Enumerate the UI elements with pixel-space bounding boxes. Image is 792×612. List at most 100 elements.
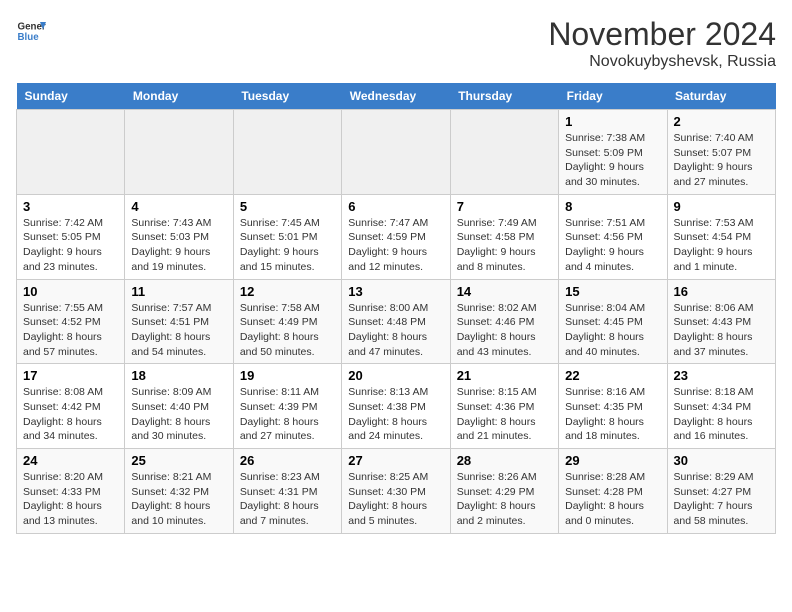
calendar-header-row: Sunday Monday Tuesday Wednesday Thursday… — [17, 83, 776, 110]
table-row: 12Sunrise: 7:58 AMSunset: 4:49 PMDayligh… — [233, 279, 341, 364]
calendar-table: Sunday Monday Tuesday Wednesday Thursday… — [16, 83, 776, 534]
col-monday: Monday — [125, 83, 233, 110]
day-number: 17 — [23, 368, 118, 383]
table-row: 28 Sunrise: 8:26 AMSunset: 4:29 PMDayligh… — [450, 449, 558, 534]
day-info: Sunrise: 7:51 AMSunset: 4:56 PMDaylight:… — [565, 216, 660, 275]
day-number: 3 — [23, 199, 118, 214]
table-row: 7Sunrise: 7:49 AMSunset: 4:58 PMDaylight… — [450, 194, 558, 279]
calendar-week-row: 1 Sunrise: 7:38 AMSunset: 5:09 PMDaylight… — [17, 110, 776, 195]
day-number: 9 — [674, 199, 769, 214]
table-row: 3 Sunrise: 7:42 AMSunset: 5:05 PMDaylight… — [17, 194, 125, 279]
table-row: 24 Sunrise: 8:20 AMSunset: 4:33 PMDayligh… — [17, 449, 125, 534]
day-number: 15 — [565, 284, 660, 299]
day-info: Sunrise: 8:00 AMSunset: 4:48 PMDaylight:… — [348, 301, 443, 360]
table-row: 10 Sunrise: 7:55 AMSunset: 4:52 PMDayligh… — [17, 279, 125, 364]
table-row: 17 Sunrise: 8:08 AMSunset: 4:42 PMDayligh… — [17, 364, 125, 449]
day-info: Sunrise: 7:38 AMSunset: 5:09 PMDaylight:… — [565, 131, 660, 190]
day-number: 29 — [565, 453, 660, 468]
day-info: Sunrise: 8:23 AMSunset: 4:31 PMDaylight:… — [240, 470, 335, 529]
day-info: Sunrise: 8:16 AMSunset: 4:35 PMDaylight:… — [565, 385, 660, 444]
day-info: Sunrise: 7:49 AMSunset: 4:58 PMDaylight:… — [457, 216, 552, 275]
day-info: Sunrise: 8:20 AMSunset: 4:33 PMDaylight:… — [23, 470, 118, 529]
day-info: Sunrise: 8:15 AMSunset: 4:36 PMDaylight:… — [457, 385, 552, 444]
table-row: 20 Sunrise: 8:13 AMSunset: 4:38 PMDayligh… — [342, 364, 450, 449]
day-info: Sunrise: 7:58 AMSunset: 4:49 PMDaylight:… — [240, 301, 335, 360]
table-row: 13Sunrise: 8:00 AMSunset: 4:48 PMDayligh… — [342, 279, 450, 364]
calendar-week-row: 17 Sunrise: 8:08 AMSunset: 4:42 PMDayligh… — [17, 364, 776, 449]
table-row: 11Sunrise: 7:57 AMSunset: 4:51 PMDayligh… — [125, 279, 233, 364]
day-number: 22 — [565, 368, 660, 383]
table-row: 16 Sunrise: 8:06 AMSunset: 4:43 PMDayligh… — [667, 279, 775, 364]
day-info: Sunrise: 7:40 AMSunset: 5:07 PMDaylight:… — [674, 131, 769, 190]
day-number: 2 — [674, 114, 769, 129]
table-row: 29 Sunrise: 8:28 AMSunset: 4:28 PMDayligh… — [559, 449, 667, 534]
table-row: 26 Sunrise: 8:23 AMSunset: 4:31 PMDayligh… — [233, 449, 341, 534]
day-info: Sunrise: 8:09 AMSunset: 4:40 PMDaylight:… — [131, 385, 226, 444]
table-row: 2 Sunrise: 7:40 AMSunset: 5:07 PMDaylight… — [667, 110, 775, 195]
day-info: Sunrise: 8:21 AMSunset: 4:32 PMDaylight:… — [131, 470, 226, 529]
table-row — [125, 110, 233, 195]
table-row — [233, 110, 341, 195]
day-info: Sunrise: 8:28 AMSunset: 4:28 PMDaylight:… — [565, 470, 660, 529]
day-info: Sunrise: 8:02 AMSunset: 4:46 PMDaylight:… — [457, 301, 552, 360]
table-row: 22 Sunrise: 8:16 AMSunset: 4:35 PMDayligh… — [559, 364, 667, 449]
table-row: 6 Sunrise: 7:47 AMSunset: 4:59 PMDaylight… — [342, 194, 450, 279]
day-number: 8 — [565, 199, 660, 214]
table-row: 1 Sunrise: 7:38 AMSunset: 5:09 PMDaylight… — [559, 110, 667, 195]
day-number: 24 — [23, 453, 118, 468]
table-row: 8 Sunrise: 7:51 AMSunset: 4:56 PMDaylight… — [559, 194, 667, 279]
table-row: 23 Sunrise: 8:18 AMSunset: 4:34 PMDayligh… — [667, 364, 775, 449]
day-number: 16 — [674, 284, 769, 299]
day-info: Sunrise: 7:53 AMSunset: 4:54 PMDaylight:… — [674, 216, 769, 275]
table-row: 15 Sunrise: 8:04 AMSunset: 4:45 PMDayligh… — [559, 279, 667, 364]
table-row: 27 Sunrise: 8:25 AMSunset: 4:30 PMDayligh… — [342, 449, 450, 534]
day-number: 6 — [348, 199, 443, 214]
day-info: Sunrise: 8:04 AMSunset: 4:45 PMDaylight:… — [565, 301, 660, 360]
day-info: Sunrise: 7:43 AMSunset: 5:03 PMDaylight:… — [131, 216, 226, 275]
day-info: Sunrise: 8:13 AMSunset: 4:38 PMDaylight:… — [348, 385, 443, 444]
day-number: 20 — [348, 368, 443, 383]
day-number: 14 — [457, 284, 552, 299]
day-info: Sunrise: 8:08 AMSunset: 4:42 PMDaylight:… — [23, 385, 118, 444]
svg-text:Blue: Blue — [18, 32, 40, 43]
table-row: 14 Sunrise: 8:02 AMSunset: 4:46 PMDayligh… — [450, 279, 558, 364]
table-row — [342, 110, 450, 195]
day-info: Sunrise: 8:11 AMSunset: 4:39 PMDaylight:… — [240, 385, 335, 444]
day-info: Sunrise: 7:55 AMSunset: 4:52 PMDaylight:… — [23, 301, 118, 360]
table-row: 4 Sunrise: 7:43 AMSunset: 5:03 PMDaylight… — [125, 194, 233, 279]
day-number: 28 — [457, 453, 552, 468]
day-number: 4 — [131, 199, 226, 214]
day-info: Sunrise: 8:18 AMSunset: 4:34 PMDaylight:… — [674, 385, 769, 444]
day-number: 1 — [565, 114, 660, 129]
col-friday: Friday — [559, 83, 667, 110]
day-number: 27 — [348, 453, 443, 468]
title-area: November 2024 Novokuybyshevsk, Russia — [548, 16, 776, 71]
day-number: 11 — [131, 284, 226, 299]
day-number: 26 — [240, 453, 335, 468]
day-info: Sunrise: 7:42 AMSunset: 5:05 PMDaylight:… — [23, 216, 118, 275]
day-number: 23 — [674, 368, 769, 383]
day-info: Sunrise: 7:47 AMSunset: 4:59 PMDaylight:… — [348, 216, 443, 275]
table-row: 5 Sunrise: 7:45 AMSunset: 5:01 PMDaylight… — [233, 194, 341, 279]
calendar-week-row: 10 Sunrise: 7:55 AMSunset: 4:52 PMDayligh… — [17, 279, 776, 364]
page-subtitle: Novokuybyshevsk, Russia — [548, 53, 776, 71]
table-row: 9 Sunrise: 7:53 AMSunset: 4:54 PMDaylight… — [667, 194, 775, 279]
day-info: Sunrise: 8:06 AMSunset: 4:43 PMDaylight:… — [674, 301, 769, 360]
calendar-week-row: 24 Sunrise: 8:20 AMSunset: 4:33 PMDayligh… — [17, 449, 776, 534]
day-number: 10 — [23, 284, 118, 299]
logo: General Blue — [16, 16, 46, 46]
day-info: Sunrise: 8:25 AMSunset: 4:30 PMDaylight:… — [348, 470, 443, 529]
day-number: 18 — [131, 368, 226, 383]
table-row: 19 Sunrise: 8:11 AMSunset: 4:39 PMDayligh… — [233, 364, 341, 449]
table-row: 18 Sunrise: 8:09 AMSunset: 4:40 PMDayligh… — [125, 364, 233, 449]
day-number: 19 — [240, 368, 335, 383]
page-title: November 2024 — [548, 16, 776, 53]
col-saturday: Saturday — [667, 83, 775, 110]
calendar-week-row: 3 Sunrise: 7:42 AMSunset: 5:05 PMDaylight… — [17, 194, 776, 279]
day-number: 5 — [240, 199, 335, 214]
day-info: Sunrise: 7:45 AMSunset: 5:01 PMDaylight:… — [240, 216, 335, 275]
day-info: Sunrise: 8:26 AMSunset: 4:29 PMDaylight:… — [457, 470, 552, 529]
logo-icon: General Blue — [16, 16, 46, 46]
header: General Blue November 2024 Novokuybyshev… — [16, 16, 776, 71]
table-row: 30Sunrise: 8:29 AMSunset: 4:27 PMDayligh… — [667, 449, 775, 534]
